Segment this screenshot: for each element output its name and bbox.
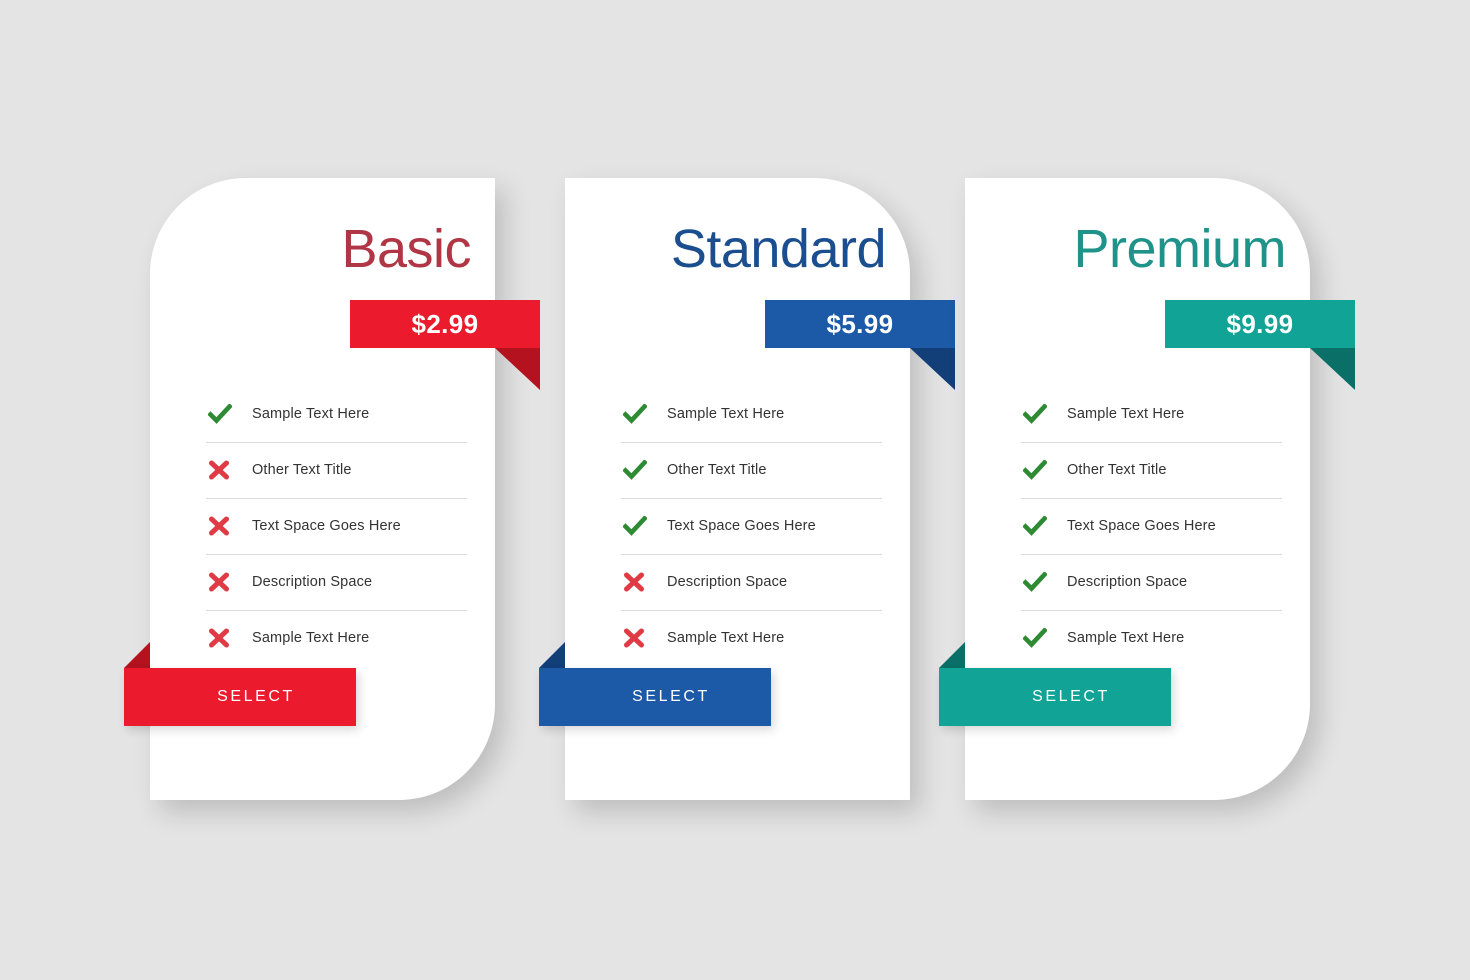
feature-label: Text Space Goes Here <box>252 518 401 534</box>
feature-row: Text Space Goes Here <box>621 498 882 554</box>
ribbon-fold-icon <box>910 348 955 390</box>
select-button-label: SELECT <box>632 688 710 705</box>
feature-row: Text Space Goes Here <box>206 498 467 554</box>
plan-title-premium: Premium <box>1073 219 1286 279</box>
feature-list-standard: Sample Text Here Other Text Title Text S… <box>621 386 882 666</box>
feature-row: Other Text Title <box>206 442 467 498</box>
check-icon <box>621 404 667 424</box>
price-ribbon-standard: $5.99 <box>765 300 955 390</box>
select-fold-icon <box>539 642 565 668</box>
feature-label: Other Text Title <box>1067 462 1167 478</box>
feature-label: Sample Text Here <box>1067 630 1185 646</box>
feature-row: Sample Text Here <box>621 386 882 442</box>
cross-icon <box>206 460 252 480</box>
check-icon <box>1021 628 1067 648</box>
select-button-premium[interactable]: SELECT <box>939 668 1171 726</box>
pricing-plan-standard: Standard $5.99 Sample Text Here Other Te… <box>539 178 955 800</box>
feature-row: Sample Text Here <box>621 610 882 666</box>
feature-row: Sample Text Here <box>1021 386 1282 442</box>
price-ribbon-body: $5.99 <box>765 300 955 348</box>
feature-list-basic: Sample Text Here Other Text Title Text S… <box>206 386 467 666</box>
feature-row: Text Space Goes Here <box>1021 498 1282 554</box>
feature-label: Other Text Title <box>667 462 767 478</box>
select-button-label: SELECT <box>217 688 295 705</box>
pricing-table: Basic $2.99 Sample Text Here Other Text … <box>0 0 1470 980</box>
feature-row: Sample Text Here <box>206 386 467 442</box>
feature-label: Text Space Goes Here <box>667 518 816 534</box>
feature-label: Sample Text Here <box>667 406 785 422</box>
cross-icon <box>621 628 667 648</box>
price-ribbon-body: $2.99 <box>350 300 540 348</box>
pricing-plan-premium: Premium $9.99 Sample Text Here Other Tex… <box>939 178 1355 800</box>
feature-list-premium: Sample Text Here Other Text Title Text S… <box>1021 386 1282 666</box>
feature-label: Sample Text Here <box>252 406 370 422</box>
plan-title-standard: Standard <box>670 219 887 279</box>
feature-row: Sample Text Here <box>206 610 467 666</box>
select-button-standard[interactable]: SELECT <box>539 668 771 726</box>
feature-label: Description Space <box>667 574 788 590</box>
ribbon-fold-icon <box>495 348 540 390</box>
feature-label: Description Space <box>1067 574 1188 590</box>
check-icon <box>1021 404 1067 424</box>
cross-icon <box>206 628 252 648</box>
pricing-plan-basic: Basic $2.99 Sample Text Here Other Text … <box>124 178 540 800</box>
check-icon <box>1021 460 1067 480</box>
plan-title-basic: Basic <box>341 219 471 279</box>
check-icon <box>621 516 667 536</box>
check-icon <box>206 404 252 424</box>
feature-row: Other Text Title <box>621 442 882 498</box>
feature-row: Sample Text Here <box>1021 610 1282 666</box>
select-ribbon-standard: SELECT <box>539 642 771 726</box>
cross-icon <box>206 516 252 536</box>
select-ribbon-premium: SELECT <box>939 642 1171 726</box>
price-value: $2.99 <box>411 309 479 339</box>
feature-label: Other Text Title <box>252 462 352 478</box>
feature-label: Sample Text Here <box>1067 406 1185 422</box>
price-ribbon-body: $9.99 <box>1165 300 1355 348</box>
price-ribbon-basic: $2.99 <box>350 300 540 390</box>
select-fold-icon <box>124 642 150 668</box>
ribbon-fold-icon <box>1310 348 1355 390</box>
price-value: $9.99 <box>1226 309 1294 339</box>
select-fold-icon <box>939 642 965 668</box>
feature-label: Description Space <box>252 574 373 590</box>
check-icon <box>1021 516 1067 536</box>
feature-row: Description Space <box>1021 554 1282 610</box>
price-value: $5.99 <box>826 309 894 339</box>
check-icon <box>621 460 667 480</box>
feature-row: Description Space <box>206 554 467 610</box>
feature-row: Description Space <box>621 554 882 610</box>
check-icon <box>1021 572 1067 592</box>
price-ribbon-premium: $9.99 <box>1165 300 1355 390</box>
select-button-basic[interactable]: SELECT <box>124 668 356 726</box>
select-button-label: SELECT <box>1032 688 1110 705</box>
feature-label: Text Space Goes Here <box>1067 518 1216 534</box>
feature-row: Other Text Title <box>1021 442 1282 498</box>
cross-icon <box>621 572 667 592</box>
cross-icon <box>206 572 252 592</box>
feature-label: Sample Text Here <box>252 630 370 646</box>
feature-label: Sample Text Here <box>667 630 785 646</box>
select-ribbon-basic: SELECT <box>124 642 356 726</box>
